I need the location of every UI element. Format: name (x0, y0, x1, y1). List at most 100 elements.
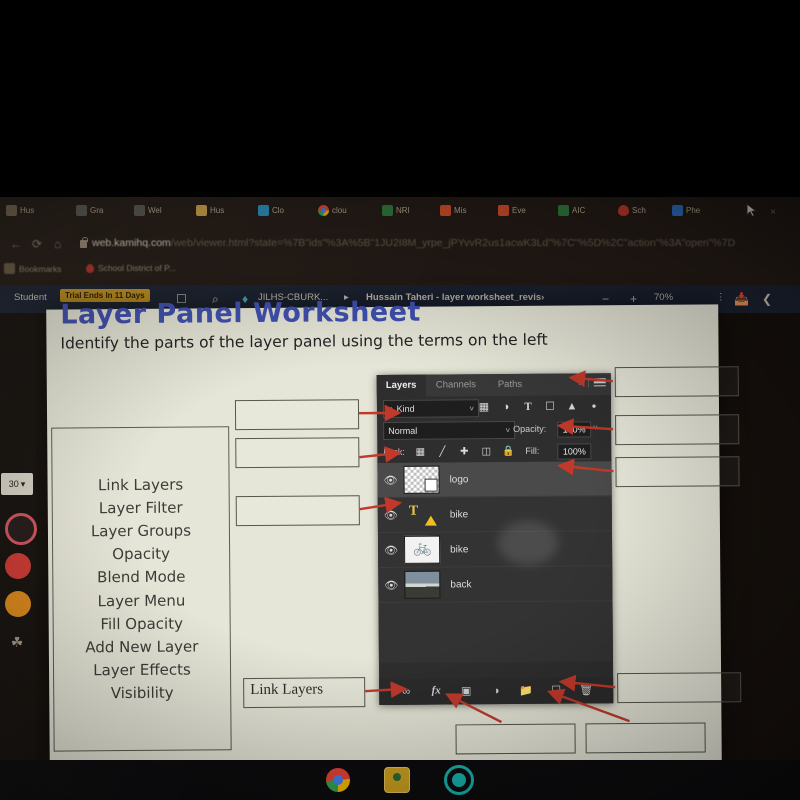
tab-label: Wel (148, 206, 162, 215)
answer-box-layer-groups[interactable] (585, 722, 706, 754)
url-text[interactable]: web.kamihq.com/web/viewer.html?state=%7B… (92, 237, 735, 249)
browser-address-bar[interactable]: ← ⟳ ⌂ web.kamihq.com/web/viewer.html?sta… (0, 231, 800, 257)
answer-box-visibility[interactable] (235, 495, 360, 527)
bike-glyph: 🚲 (413, 539, 432, 557)
more-options-icon[interactable]: ⋮ (716, 292, 726, 303)
filter-kind-label: Kind (396, 403, 415, 414)
browser-tab[interactable]: Hus (196, 205, 224, 216)
answer-box-link-layers[interactable]: Link Layers (243, 677, 366, 709)
browser-tab[interactable]: NRI (382, 205, 410, 216)
answer-box-layer-filter[interactable] (234, 399, 360, 431)
answer-text (616, 457, 738, 464)
type-filter-icon[interactable]: T (521, 400, 535, 414)
eye-icon[interactable]: 👁 (378, 508, 404, 521)
layers-list[interactable]: 👁 logo 👁 T bike 👁 🚲 bike 👁 back (377, 461, 613, 664)
bookmark-school-district[interactable]: School District of P... (86, 263, 176, 273)
answer-box-fill-opacity[interactable] (615, 456, 740, 488)
adjustment-filter-icon[interactable]: ◑ (499, 400, 513, 414)
layer-mask-icon[interactable]: ▣ (459, 684, 473, 698)
layer-filter-row[interactable]: ⌕ Kind ˅ ▦ ◑ T ☐ ▲ ● (376, 395, 612, 420)
filter-kind-dropdown[interactable]: ⌕ Kind ˅ (382, 399, 480, 419)
opacity-value[interactable]: 100% (557, 421, 592, 438)
eye-icon[interactable]: 👁 (378, 473, 404, 486)
browser-tab[interactable]: Sch (618, 205, 646, 216)
chrome-icon[interactable] (326, 768, 350, 792)
hamburger-menu-icon[interactable] (593, 377, 606, 387)
link-layers-icon[interactable]: ∞ (399, 685, 413, 699)
back-icon[interactable]: ← (10, 237, 22, 251)
browser-tab[interactable]: Hus (6, 205, 34, 216)
reload-icon[interactable]: ⟳ (32, 237, 42, 251)
lock-artboard-icon[interactable]: ◫ (479, 445, 493, 459)
chevron-down-icon[interactable]: ˅ (593, 423, 598, 432)
new-group-folder-icon[interactable]: 📁 (519, 684, 533, 698)
zoom-out-button[interactable]: − (602, 292, 609, 306)
chromeos-shelf[interactable] (0, 760, 800, 800)
layer-row[interactable]: 👁 logo (377, 461, 612, 499)
smartobject-filter-icon[interactable]: ▲ (565, 399, 579, 413)
browser-tab[interactable]: Gra (76, 205, 103, 216)
browser-tab[interactable]: Clo (258, 205, 284, 216)
save-icon[interactable]: 📥 (734, 292, 749, 306)
answer-box-add-new-layer[interactable] (617, 672, 742, 704)
browser-tab[interactable]: Wel (134, 205, 162, 216)
tab-paths[interactable]: Paths (489, 374, 531, 396)
color-swatch-orange[interactable] (5, 591, 31, 617)
layer-effects-fx-icon[interactable]: fx (429, 685, 443, 699)
zoom-in-button[interactable]: + (630, 292, 637, 306)
close-tab-icon[interactable]: × (770, 207, 776, 218)
collapse-panel-icon[interactable]: » (578, 377, 583, 387)
lock-all-icon[interactable]: 🔒 (501, 445, 515, 459)
browser-tab[interactable]: clou (318, 205, 347, 216)
brain-icon[interactable]: ☘ (8, 633, 26, 651)
person-icon (76, 205, 87, 216)
layer-row[interactable]: 👁 back (378, 566, 613, 604)
zoom-level: 70% (654, 292, 674, 303)
fill-value[interactable]: 100% (557, 443, 592, 460)
bookmarks-folder[interactable]: Bookmarks (4, 263, 62, 274)
blend-mode-dropdown[interactable]: Normal ˅ (383, 420, 516, 441)
type-layer-glyph: T (408, 503, 419, 519)
tab-channels[interactable]: Channels (427, 374, 485, 396)
google-classroom-icon[interactable] (384, 767, 410, 793)
color-swatch-red[interactable] (5, 553, 31, 579)
browser-tab[interactable]: Eve (498, 205, 526, 216)
blend-mode-row[interactable]: Normal ˅ Opacity: 100% ˅ (377, 417, 611, 441)
color-swatch-selected[interactable] (5, 513, 37, 545)
panel-menu-group[interactable]: » | (578, 377, 606, 387)
answer-box-opacity[interactable] (615, 414, 740, 446)
lock-position-icon[interactable]: ✚ (457, 445, 471, 459)
browser-tab-strip[interactable]: Hus Gra Wel Hus Clo clou NRI Mis Eve AIC… (0, 201, 800, 227)
browser-tab[interactable]: Phe (672, 205, 700, 216)
layer-row[interactable]: 👁 🚲 bike (377, 531, 613, 569)
panel-tab-bar[interactable]: Layers Channels Paths » | (376, 373, 611, 398)
gear-icon[interactable] (444, 765, 474, 795)
answer-box-blend-mode[interactable] (235, 437, 360, 469)
landscape-photo-thumb (404, 570, 441, 599)
lock-row[interactable]: Lock: ▦ ╱ ✚ ◫ 🔒 Fill: 100% (377, 439, 611, 463)
adjustment-layer-icon[interactable]: ◑ (489, 684, 503, 698)
delete-layer-trash-icon[interactable]: 🗑 (579, 683, 593, 697)
tab-layers[interactable]: Layers (376, 374, 426, 398)
share-icon[interactable]: ❮ (762, 292, 772, 306)
browser-tab[interactable]: Mis (440, 205, 466, 216)
worksheet-page: Layer Panel Worksheet Identify the parts… (46, 297, 742, 770)
home-icon[interactable]: ⌂ (54, 237, 61, 251)
kami-tool-rail[interactable]: 30 ▾ ☘ (0, 313, 37, 800)
lock-transparency-icon[interactable]: ▦ (413, 446, 427, 460)
lock-image-icon[interactable]: ╱ (435, 445, 449, 459)
shape-filter-icon[interactable]: ☐ (543, 400, 557, 414)
layer-row[interactable]: 👁 T bike (377, 496, 612, 534)
answer-box-layer-effects[interactable] (455, 723, 576, 755)
eye-icon[interactable]: 👁 (378, 543, 404, 556)
answer-box-layer-menu[interactable] (614, 366, 739, 398)
image-filter-icon[interactable]: ▦ (477, 400, 491, 414)
layers-panel-footer[interactable]: ∞ fx ▣ ◑ 📁 ☐ 🗑 (379, 677, 614, 706)
new-layer-icon[interactable]: ☐ (549, 684, 563, 698)
bookmarks-bar[interactable]: Bookmarks School District of P... (0, 259, 800, 281)
stroke-size-dropdown[interactable]: 30 ▾ (1, 473, 33, 495)
stroke-size-value: 30 (8, 479, 19, 489)
toggle-filter-dot-icon[interactable]: ● (587, 399, 601, 413)
browser-tab[interactable]: AIC (558, 205, 585, 216)
eye-icon[interactable]: 👁 (378, 578, 404, 591)
